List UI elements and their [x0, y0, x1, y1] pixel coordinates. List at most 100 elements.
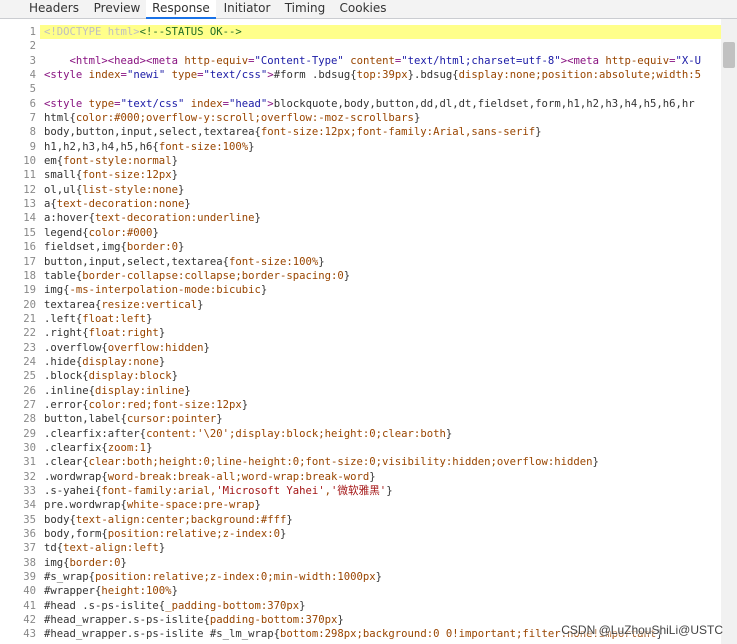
code-token: white-space:pre-wrap	[126, 499, 255, 512]
line-number: 13	[23, 198, 36, 211]
code-line: a:hover{text-decoration:underline}	[40, 211, 721, 225]
line-number: 22	[23, 327, 36, 340]
code-token: _padding-bottom:370px	[165, 599, 300, 612]
code-line: .clearfix:after{content:'\20';display:bl…	[40, 427, 721, 441]
code-token: zoom:1	[107, 441, 147, 454]
code-line: #head .s-ps-islite{_padding-bottom:370px…	[40, 599, 721, 613]
line-number: 30	[23, 441, 36, 454]
code-token: }	[280, 528, 287, 541]
code-token: display:block	[88, 370, 172, 383]
code-line: .hide{display:none}	[40, 355, 721, 369]
line-number: 28	[23, 413, 36, 426]
code-token: img{	[44, 284, 70, 297]
code-token: }	[146, 312, 153, 325]
line-number: 32	[23, 470, 36, 483]
code-token: padding-bottom:370px	[209, 614, 338, 627]
code-line: td{text-align:left}	[40, 541, 721, 555]
code-token: .clearfix:after{	[44, 427, 147, 440]
code-line: legend{color:#000}	[40, 226, 721, 240]
code-token: a:hover{	[44, 212, 96, 225]
line-number: 12	[23, 183, 36, 196]
line-number: 8	[29, 126, 36, 139]
code-token: border:0	[126, 241, 178, 254]
code-token: <style	[44, 97, 89, 110]
response-source-viewer[interactable]: <!DOCTYPE html><!--STATUS OK--> <html><h…	[40, 25, 721, 642]
code-line: button,label{cursor:pointer}	[40, 412, 721, 426]
line-number: 35	[23, 513, 36, 526]
code-token: top:39px	[356, 69, 408, 82]
code-token: body,form{	[44, 528, 108, 541]
code-token: }	[375, 571, 383, 584]
tab-preview[interactable]: Preview	[88, 0, 146, 19]
code-token: <style	[44, 69, 89, 82]
vertical-scrollbar[interactable]	[721, 19, 737, 644]
code-token: .block{	[44, 370, 89, 383]
code-token: "text/css"	[203, 69, 268, 82]
code-token: <!--STATUS OK-->	[139, 26, 242, 38]
code-token: blockquote,body,button,dd,dl,dt,fieldset…	[273, 97, 695, 110]
code-token: font-family:arial,	[101, 485, 217, 497]
code-line: h1,h2,h3,h4,h5,h6{font-size:100%}	[40, 140, 721, 154]
code-token: <html><head><meta	[69, 54, 185, 67]
code-token: }	[216, 413, 223, 426]
code-line: table{border-collapse:collapse;border-sp…	[40, 269, 721, 283]
code-token: #head .s-ps-islite{	[44, 599, 166, 612]
code-token: index	[88, 69, 121, 82]
code-token: border:0	[69, 556, 121, 569]
code-line: fieldset,img{border:0}	[40, 240, 721, 254]
tab-response[interactable]: Response	[146, 0, 216, 19]
code-token: border-collapse:collapse;border-spacing:…	[82, 269, 344, 282]
tab-initiator[interactable]: Initiator	[216, 0, 278, 19]
code-token: resize:vertical	[101, 298, 198, 311]
code-token: display:inline	[95, 384, 185, 397]
code-token: }	[184, 384, 191, 397]
code-line: small{font-size:12px}	[40, 168, 721, 182]
code-line: .block{display:block}	[40, 369, 721, 383]
line-number: 16	[23, 241, 36, 254]
code-token: #head_wrapper.s-ps-islite{	[44, 614, 210, 627]
scrollbar-thumb[interactable]	[723, 42, 735, 68]
line-number: 11	[23, 169, 36, 182]
code-token: "X-U	[675, 54, 702, 67]
line-number: 1	[29, 26, 36, 38]
line-number: 37	[23, 542, 36, 555]
code-line: <style type="text/css" index="head">bloc…	[40, 97, 721, 111]
line-number: 19	[23, 284, 36, 297]
code-token: content	[350, 54, 395, 67]
code-token: textarea{	[44, 298, 102, 311]
code-token: '微软雅黑'	[331, 485, 387, 497]
code-token: font-size:12px;font-family:Arial,sans-se…	[260, 126, 536, 139]
tab-headers[interactable]: Headers	[20, 0, 88, 19]
line-number: 29	[23, 427, 36, 440]
tab-timing[interactable]: Timing	[278, 0, 332, 19]
line-number: 24	[23, 355, 36, 368]
code-token: }	[413, 112, 421, 125]
code-token: <!DOCTYPE html>	[44, 26, 140, 38]
tab-cookies[interactable]: Cookies	[332, 0, 394, 19]
line-number: 27	[23, 398, 36, 411]
line-number: 4	[29, 69, 36, 82]
code-token: small{	[44, 169, 83, 182]
code-line: textarea{resize:vertical}	[40, 298, 721, 312]
line-number: 10	[23, 155, 36, 168]
code-token: ><meta	[560, 54, 606, 67]
code-token: color:red;font-size:12px	[88, 398, 242, 411]
code-token: td{	[44, 542, 64, 555]
code-token: word-break:break-all;word-wrap:break-wor…	[107, 470, 370, 483]
code-token: height:100%	[101, 585, 172, 598]
code-token: .inline{	[44, 384, 96, 397]
code-token: }	[286, 513, 293, 526]
code-token: "text/html;charset=utf-8"	[401, 54, 561, 67]
code-token: }	[369, 470, 376, 483]
code-token: http-equiv	[184, 54, 249, 67]
code-token: type	[171, 69, 198, 82]
code-token: table{	[44, 269, 83, 282]
code-token: #head_wrapper.s-ps-islite #s_lm_wrap{	[44, 628, 280, 641]
code-line: .wordwrap{word-break:break-all;word-wrap…	[40, 470, 721, 484]
code-line: a{text-decoration:none}	[40, 197, 721, 211]
code-token: legend{	[44, 226, 89, 239]
code-token: button,label{	[44, 413, 127, 426]
code-token: font-style:normal	[63, 155, 172, 168]
code-token: em{	[44, 155, 64, 168]
